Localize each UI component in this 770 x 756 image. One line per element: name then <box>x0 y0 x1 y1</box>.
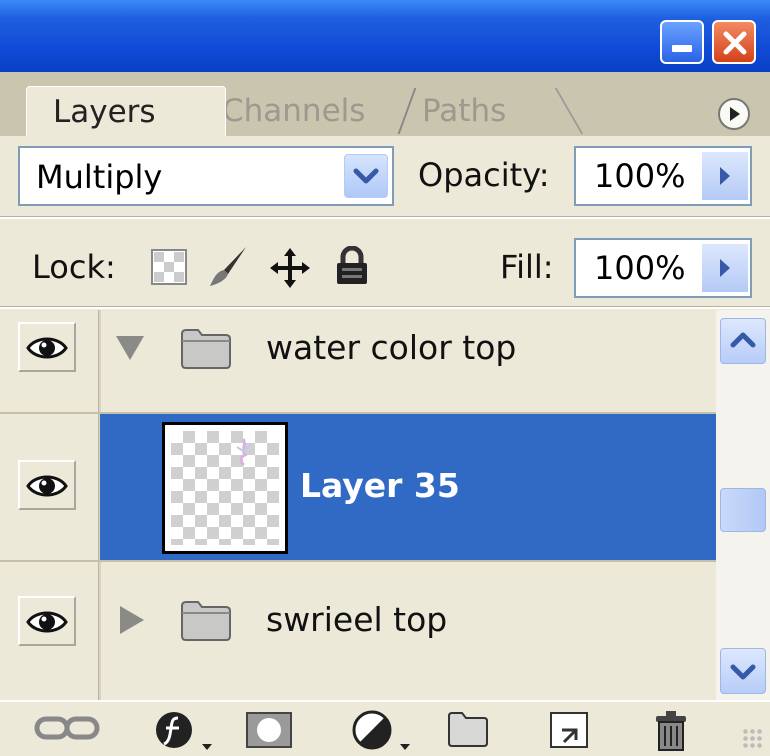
blend-mode-select[interactable]: Multiply <box>18 146 394 206</box>
eye-icon <box>26 337 68 359</box>
new-layer-icon[interactable] <box>548 710 590 750</box>
link-layers-icon[interactable] <box>34 710 100 746</box>
tab-channels[interactable]: Channels <box>206 86 416 136</box>
visibility-toggle[interactable] <box>18 596 76 646</box>
blend-mode-value: Multiply <box>36 158 163 196</box>
opacity-value[interactable]: 100% <box>594 148 685 204</box>
layer-name[interactable]: swrieel top <box>266 600 447 639</box>
close-button[interactable] <box>712 20 756 64</box>
fill-value[interactable]: 100% <box>594 240 685 296</box>
layers-bottom-toolbar <box>0 700 770 756</box>
layer-row-group[interactable]: swrieel top <box>0 562 716 700</box>
lock-position-move-icon[interactable] <box>268 246 312 294</box>
lock-all-padlock-icon[interactable] <box>334 245 370 290</box>
layer-mask-icon[interactable] <box>244 710 294 750</box>
tab-paths[interactable]: Paths <box>406 86 556 136</box>
scroll-thumb[interactable] <box>720 488 766 532</box>
selected-layer-highlight[interactable]: Layer 35 <box>100 414 716 560</box>
layers-list: water color top Layer 35 swrieel top <box>0 310 716 700</box>
eye-icon <box>26 475 68 497</box>
layer-name[interactable]: water color top <box>266 328 516 367</box>
opacity-slider-button[interactable] <box>702 152 748 200</box>
chevron-up-icon <box>730 332 756 348</box>
resize-grip[interactable] <box>742 728 764 750</box>
separator <box>0 306 770 309</box>
fill-field[interactable]: 100% <box>574 238 752 298</box>
opacity-field[interactable]: 100% <box>574 146 752 206</box>
expand-triangle-right-icon[interactable] <box>118 604 146 636</box>
lock-transparent-pixels-icon[interactable] <box>150 248 188 290</box>
lock-label: Lock: <box>32 248 116 286</box>
layer-row-selected[interactable]: Layer 35 <box>0 414 716 560</box>
transparency-checker <box>171 431 279 545</box>
eye-icon <box>26 611 68 633</box>
visibility-toggle[interactable] <box>18 322 76 372</box>
blend-mode-dropdown-button[interactable] <box>344 154 388 198</box>
folder-icon <box>181 601 231 641</box>
thumbnail-content-mark <box>236 438 252 467</box>
fill-slider-button[interactable] <box>702 244 748 292</box>
lock-image-pixels-brush-icon[interactable] <box>206 244 250 292</box>
scroll-down-button[interactable] <box>720 648 766 694</box>
opacity-label: Opacity: <box>418 156 550 194</box>
layer-name[interactable]: Layer 35 <box>300 466 460 505</box>
close-icon <box>723 31 747 55</box>
panel-title-bar[interactable] <box>0 0 770 72</box>
visibility-toggle[interactable] <box>18 460 76 510</box>
fill-label: Fill: <box>500 248 554 286</box>
layer-style-icon[interactable] <box>152 710 218 752</box>
tab-strip: Channels Paths Layers <box>0 72 770 136</box>
folder-icon <box>181 329 231 369</box>
layer-row-group[interactable]: water color top <box>0 310 716 414</box>
adjustment-layer-icon[interactable] <box>350 710 416 752</box>
separator <box>0 216 770 219</box>
layer-thumbnail <box>162 422 288 554</box>
scroll-up-button[interactable] <box>720 318 766 364</box>
expand-triangle-down-icon[interactable] <box>114 334 146 362</box>
new-group-icon[interactable] <box>446 710 490 748</box>
tab-layers[interactable]: Layers <box>26 86 226 136</box>
minimize-button[interactable] <box>660 20 704 64</box>
panel-menu-button[interactable] <box>718 98 750 130</box>
delete-layer-icon[interactable] <box>652 710 690 752</box>
layers-scrollbar[interactable] <box>716 310 770 700</box>
chevron-down-icon <box>353 168 379 184</box>
chevron-down-icon <box>730 664 756 680</box>
